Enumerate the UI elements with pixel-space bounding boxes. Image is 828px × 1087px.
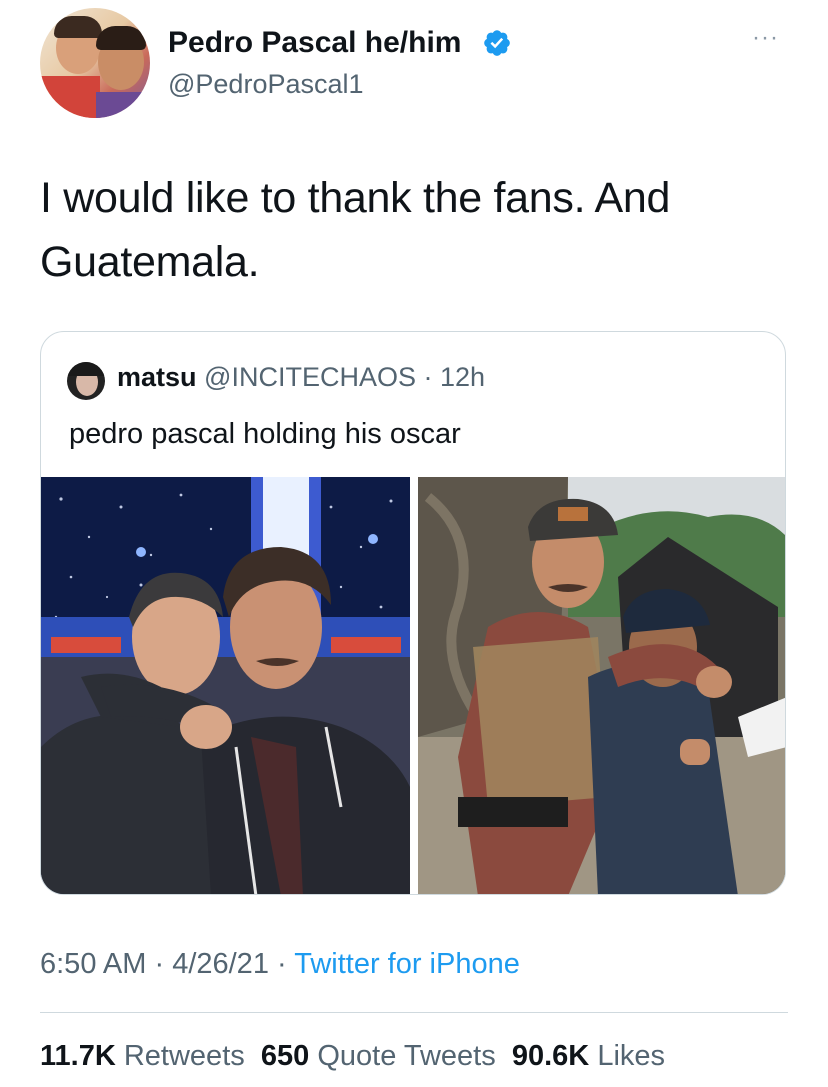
tweet-text-line: I would like to thank the fans. And — [40, 174, 671, 222]
tweet-stats: 11.7K Retweets 650 Quote Tweets 90.6K Li… — [40, 1040, 665, 1073]
author-handle[interactable]: @PedroPascal1 — [168, 69, 364, 100]
photo-illustration — [41, 477, 410, 894]
quoted-author-handle[interactable]: @INCITECHAOS — [204, 362, 416, 392]
quote-tweets-label: Quote Tweets — [317, 1040, 496, 1072]
avatar-figure-hair — [54, 16, 102, 38]
tweet-text-line: Guatemala. — [40, 238, 260, 286]
tweet-date[interactable]: 4/26/21 — [172, 948, 269, 980]
quote-tweets-stat[interactable]: 650 Quote Tweets — [261, 1040, 496, 1072]
tweet-text: I would like to thank the fans. And Guat… — [40, 166, 780, 294]
separator: · — [146, 948, 173, 980]
quoted-tweet-header: matsu @INCITECHAOS · 12h — [117, 362, 485, 393]
quoted-tweet-text: pedro pascal holding his oscar — [69, 418, 461, 450]
quoted-author-name[interactable]: matsu — [117, 362, 197, 392]
quoted-tweet-time: 12h — [439, 362, 486, 392]
author-name[interactable]: Pedro Pascal he/him — [168, 26, 461, 60]
quoted-author-avatar[interactable] — [67, 362, 105, 400]
retweets-label: Retweets — [123, 1040, 245, 1072]
avatar-figure-hair — [96, 26, 146, 50]
quote-tweets-count: 650 — [260, 1040, 310, 1072]
avatar-figure-hair — [67, 362, 105, 376]
quoted-photo-left[interactable] — [41, 477, 410, 894]
author-avatar[interactable] — [40, 8, 150, 118]
separator: · — [415, 362, 440, 392]
more-options-icon[interactable]: ··· — [752, 24, 779, 52]
photo-illustration — [418, 477, 785, 894]
tweet-source-link[interactable]: Twitter for iPhone — [294, 948, 520, 980]
retweets-stat[interactable]: 11.7K Retweets — [40, 1040, 245, 1072]
tweet-timestamp: 6:50 AM · 4/26/21 · Twitter for iPhone — [40, 948, 520, 981]
divider — [40, 1012, 788, 1013]
verified-badge-icon — [484, 30, 510, 56]
quoted-tweet-card[interactable]: matsu @INCITECHAOS · 12h pedro pascal ho… — [40, 331, 786, 895]
likes-stat[interactable]: 90.6K Likes — [512, 1040, 665, 1072]
retweets-count: 11.7K — [40, 1040, 116, 1072]
likes-count: 90.6K — [511, 1040, 590, 1072]
likes-label: Likes — [597, 1040, 666, 1072]
quoted-photo-right[interactable] — [418, 477, 785, 894]
avatar-figure-shirt — [40, 76, 100, 118]
separator: · — [268, 948, 295, 980]
tweet-time[interactable]: 6:50 AM — [40, 948, 146, 980]
avatar-figure-shirt — [96, 92, 150, 118]
